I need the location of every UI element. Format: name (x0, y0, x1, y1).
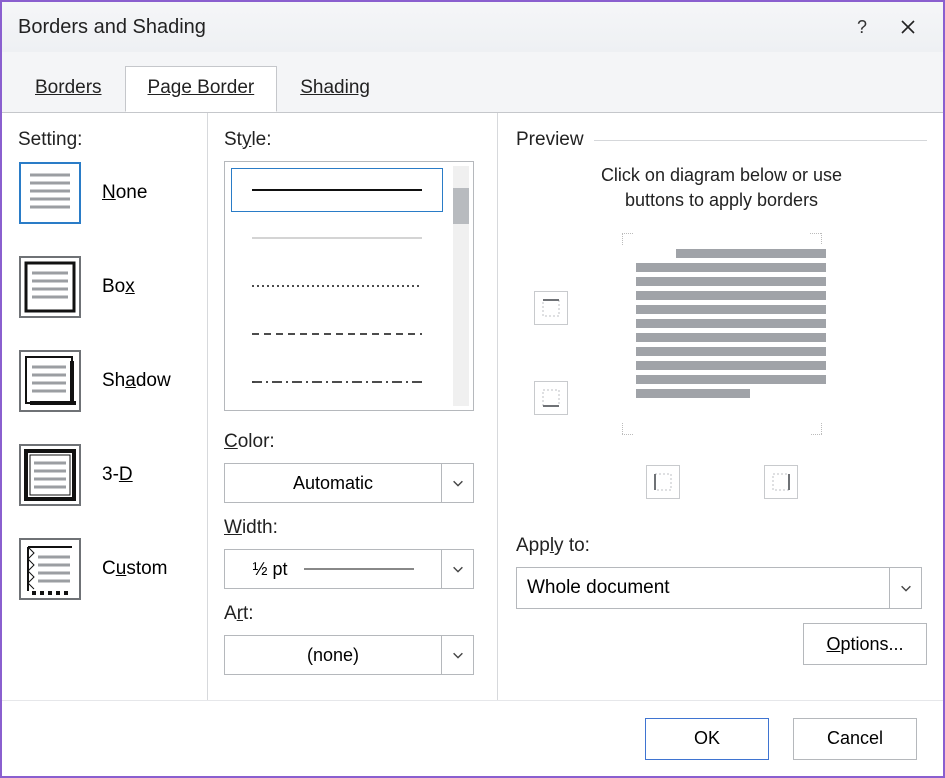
preview-top-border-button[interactable] (534, 291, 568, 325)
setting-custom[interactable]: Custom (18, 537, 207, 601)
preview-hint-2: buttons to apply borders (516, 190, 927, 211)
setting-none-icon (18, 161, 82, 225)
color-dropdown-button[interactable] (441, 464, 473, 502)
style-option-thin[interactable] (229, 214, 445, 262)
tab-borders[interactable]: Borders (12, 66, 125, 112)
close-icon (900, 19, 916, 35)
width-label: Width: (224, 517, 483, 539)
setting-label: Setting: (18, 129, 207, 151)
window-title: Borders and Shading (18, 16, 839, 39)
preview-label: Preview (516, 129, 584, 151)
apply-to-value: Whole document (517, 577, 889, 599)
setting-shadow-icon (18, 349, 82, 413)
preview-right-border-button[interactable] (764, 465, 798, 499)
setting-box[interactable]: Box (18, 255, 207, 319)
style-label: Style: (224, 129, 483, 151)
style-option-dotted[interactable] (229, 262, 445, 310)
titlebar: Borders and Shading ? (2, 2, 943, 52)
tab-page-border[interactable]: Page Border (125, 66, 278, 112)
setting-shadow[interactable]: Shadow (18, 349, 207, 413)
cancel-button[interactable]: Cancel (793, 718, 917, 760)
art-label: Art: (224, 603, 483, 625)
style-scroll-thumb[interactable] (453, 188, 469, 224)
chevron-down-icon (451, 648, 465, 662)
art-value: (none) (307, 645, 359, 666)
preview-column: Preview Click on diagram below or use bu… (498, 113, 931, 700)
art-dropdown-button[interactable] (441, 636, 473, 674)
setting-3d[interactable]: 3-D (18, 443, 207, 507)
width-dropdown-button[interactable] (441, 550, 473, 588)
help-button[interactable]: ? (839, 7, 885, 47)
border-right-icon (771, 472, 791, 492)
apply-to-label: Apply to: (516, 535, 927, 557)
apply-to-combo[interactable]: Whole document (516, 567, 922, 609)
options-button[interactable]: Options... (803, 623, 927, 665)
preview-hint-1: Click on diagram below or use (516, 165, 927, 186)
setting-box-icon (18, 255, 82, 319)
preview-diagram[interactable] (606, 219, 838, 449)
style-listbox[interactable] (224, 161, 474, 411)
setting-none[interactable]: None (18, 161, 207, 225)
width-value: ½ pt (252, 559, 287, 580)
border-bottom-icon (541, 388, 561, 408)
chevron-down-icon (451, 562, 465, 576)
preview-left-border-button[interactable] (646, 465, 680, 499)
style-column: Style: Color: Automatic Width: (208, 113, 498, 700)
chevron-down-icon (899, 581, 913, 595)
chevron-down-icon (451, 476, 465, 490)
dialog-borders-shading: Borders and Shading ? Borders Page Borde… (0, 0, 945, 778)
setting-3d-icon (18, 443, 82, 507)
width-sample-line (304, 568, 414, 570)
color-value: Automatic (293, 473, 373, 494)
preview-bottom-border-button[interactable] (534, 381, 568, 415)
border-top-icon (541, 298, 561, 318)
content-area: Setting: None Box (2, 112, 943, 700)
setting-custom-icon (18, 537, 82, 601)
tab-row: Borders Page Border Shading (2, 52, 943, 112)
style-option-solid[interactable] (231, 168, 443, 212)
style-option-dashdot[interactable] (229, 358, 445, 406)
border-left-icon (653, 472, 673, 492)
tab-shading[interactable]: Shading (277, 66, 393, 112)
color-combo[interactable]: Automatic (224, 463, 474, 503)
width-combo[interactable]: ½ pt (224, 549, 474, 589)
style-option-dashed[interactable] (229, 310, 445, 358)
close-button[interactable] (885, 7, 931, 47)
setting-column: Setting: None Box (18, 113, 208, 700)
apply-to-dropdown-button[interactable] (889, 568, 921, 608)
ok-button[interactable]: OK (645, 718, 769, 760)
dialog-footer: OK Cancel (2, 700, 943, 776)
art-combo[interactable]: (none) (224, 635, 474, 675)
color-label: Color: (224, 431, 483, 453)
